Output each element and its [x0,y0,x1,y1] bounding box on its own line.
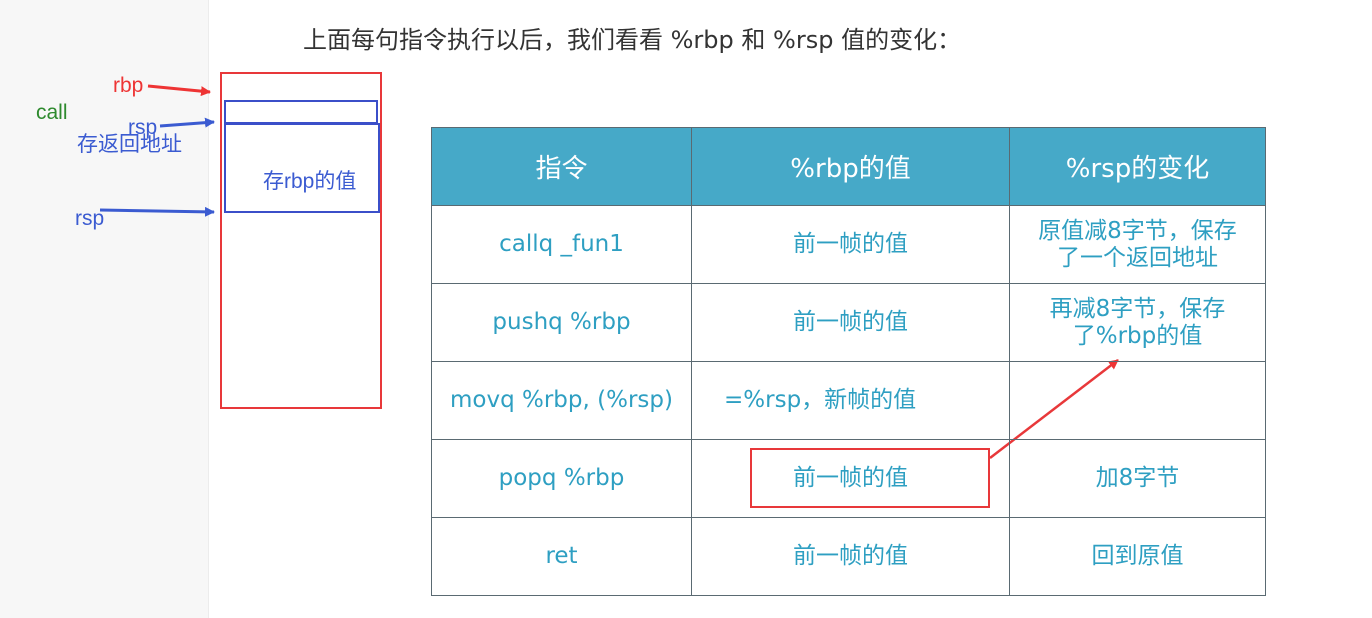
call-label: call [36,101,68,124]
cell-rsp-line: 回到原值 [1091,543,1184,570]
cell-instruction: movq %rbp, (%rsp) [431,361,692,440]
cell-rsp [1009,361,1266,440]
header-instruction: 指令 [431,127,692,206]
cell-rsp-line: 了%rbp的值 [1072,322,1203,349]
cell-rsp: 加8字节 [1009,439,1266,518]
rbp-arrow [147,84,211,97]
table-row: ret 前一帧的值 回到原值 [431,517,1266,596]
cell-rsp-line: 原值减8字节，保存 [1038,218,1237,245]
table-header-row: 指令 %rbp的值 %rsp的变化 [431,127,1266,206]
rbp-label: rbp [113,74,144,97]
rsp-bottom-arrow [99,206,215,217]
table-row: callq _fun1 前一帧的值 原值减8字节，保存 了一个返回地址 [431,205,1266,284]
table-row: pushq %rbp 前一帧的值 再减8字节，保存 了%rbp的值 [431,283,1266,362]
cell-rsp-line: 再减8字节，保存 [1049,296,1226,323]
cell-rsp-line: 了一个返回地址 [1057,244,1218,271]
cell-rsp: 回到原值 [1009,517,1266,596]
cell-rbp: 前一帧的值 [691,283,1010,362]
instruction-table: 指令 %rbp的值 %rsp的变化 callq _fun1 前一帧的值 原值减8… [431,127,1266,596]
header-rsp-change: %rsp的变化 [1009,127,1266,206]
highlight-box [750,448,990,508]
cell-instruction: ret [431,517,692,596]
rsp-top-arrow [159,117,215,128]
cell-instruction: popq %rbp [431,439,692,518]
cell-rsp-line: 加8字节 [1095,465,1180,492]
header-rbp-value: %rbp的值 [691,127,1010,206]
cell-rbp: =%rsp，新帧的值 [691,361,1010,440]
cell-instruction: callq _fun1 [431,205,692,284]
cell-rbp: 前一帧的值 [691,205,1010,284]
rsp-bottom-label: rsp [75,207,105,230]
cell-instruction: pushq %rbp [431,283,692,362]
cell-rsp: 原值减8字节，保存 了一个返回地址 [1009,205,1266,284]
saved-rbp-label: 存rbp的值 [263,170,357,193]
return-address-label: 存返回地址 [77,133,182,156]
table-row: movq %rbp, (%rsp) =%rsp，新帧的值 [431,361,1266,440]
cell-rsp: 再减8字节，保存 了%rbp的值 [1009,283,1266,362]
cell-rbp: 前一帧的值 [691,517,1010,596]
